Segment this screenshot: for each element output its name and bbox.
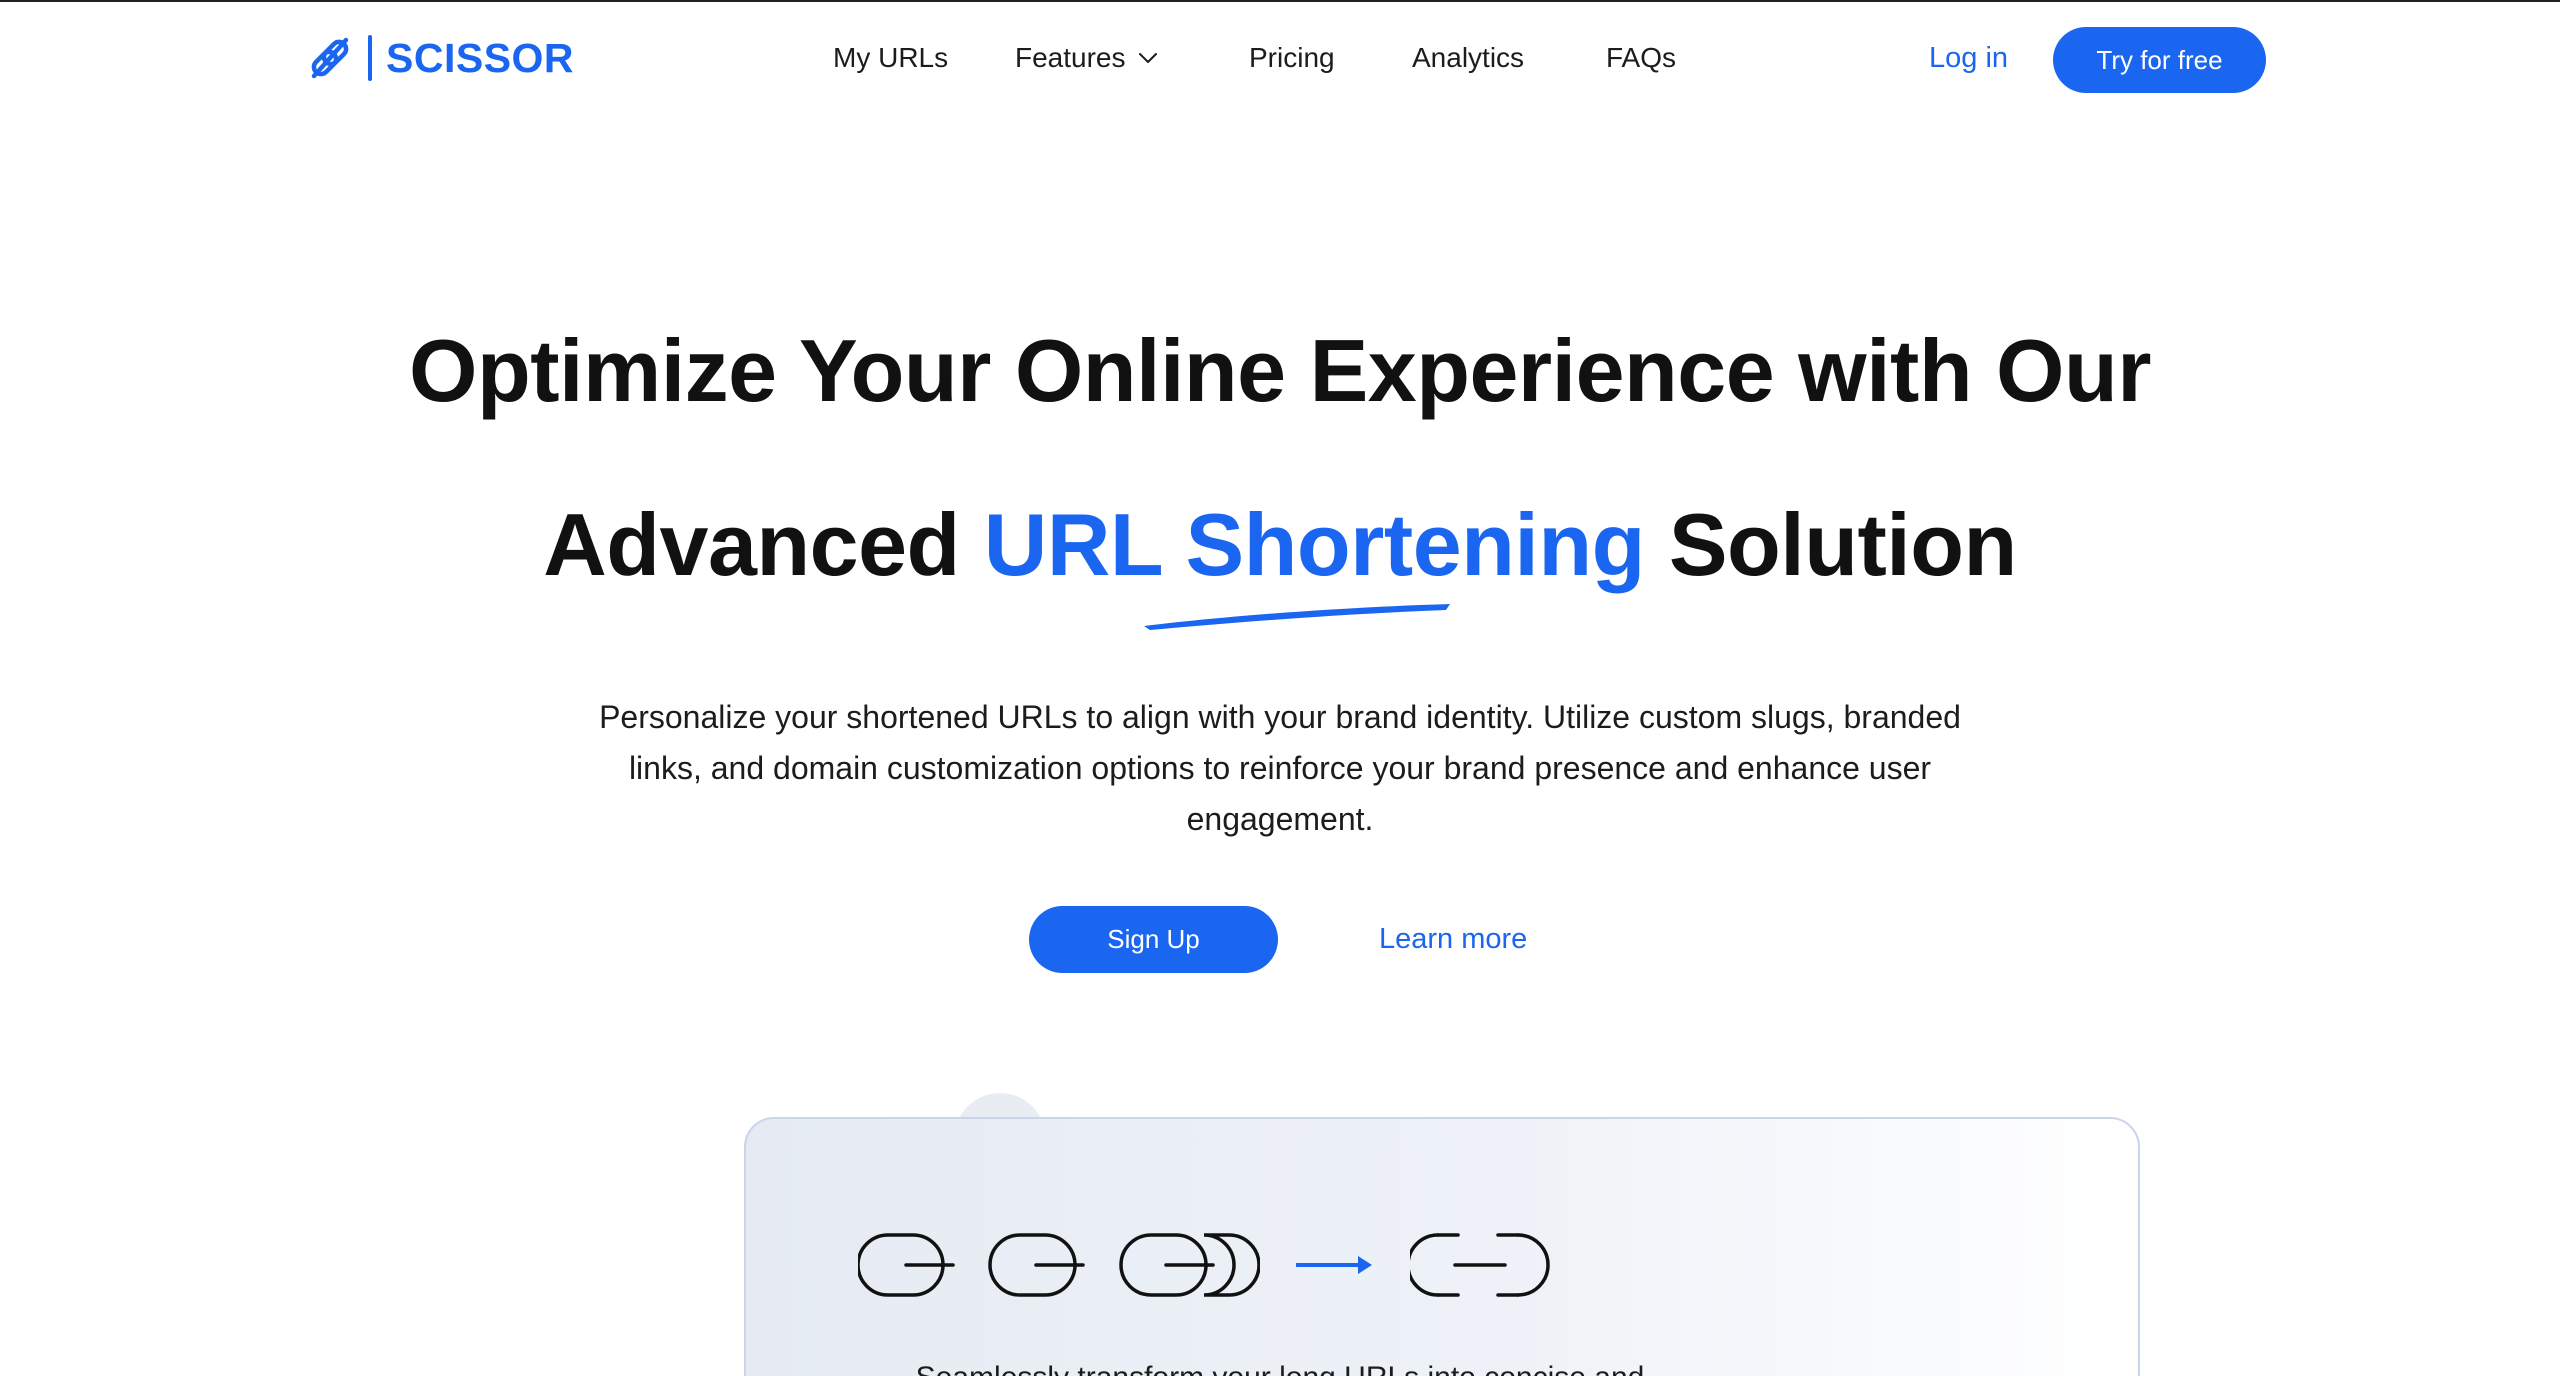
nav-item-analytics[interactable]: Analytics [1412, 37, 1524, 79]
learn-more-link[interactable]: Learn more [1379, 918, 1527, 960]
hero-title-line-2: Advanced URL Shortening Solution [0, 490, 2560, 600]
hero-title-suffix: Solution [1644, 495, 2017, 594]
nav-item-features[interactable]: Features [1015, 37, 1160, 79]
brush-underline [1144, 604, 1450, 630]
sign-up-button[interactable]: Sign Up [1029, 906, 1278, 973]
nav-item-features-label: Features [1015, 42, 1126, 73]
chevron-down-icon [1138, 53, 1157, 63]
brand-name: SCISSOR [386, 34, 575, 81]
logo-divider [368, 35, 372, 81]
page: SCISSOR My URLs Features Pricing Analyti… [0, 0, 2560, 1376]
top-navigation: SCISSOR My URLs Features Pricing Analyti… [0, 0, 2560, 120]
arrow-right-icon [1296, 1256, 1372, 1274]
hero-title-accent: URL Shortening [983, 495, 1646, 594]
hero-title-line-1: Optimize Your Online Experience with Our [409, 321, 2151, 420]
nav-item-pricing[interactable]: Pricing [1249, 37, 1335, 79]
hero-description: Personalize your shortened URLs to align… [599, 699, 1961, 837]
preview-caption: Seamlessly transform your long URLs into… [0, 1358, 2560, 1376]
nav-item-my-urls[interactable]: My URLs [833, 37, 948, 79]
brand-logo[interactable]: SCISSOR [308, 30, 574, 86]
hero-title-prefix: Advanced [543, 495, 984, 594]
login-link[interactable]: Log in [1929, 36, 2008, 80]
short-chain-link-icon [1410, 1233, 1550, 1297]
long-chain-link-icon [858, 1233, 1260, 1297]
link-cut-icon [311, 37, 349, 79]
nav-item-faqs[interactable]: FAQs [1606, 37, 1676, 79]
try-for-free-button[interactable]: Try for free [2053, 27, 2266, 93]
